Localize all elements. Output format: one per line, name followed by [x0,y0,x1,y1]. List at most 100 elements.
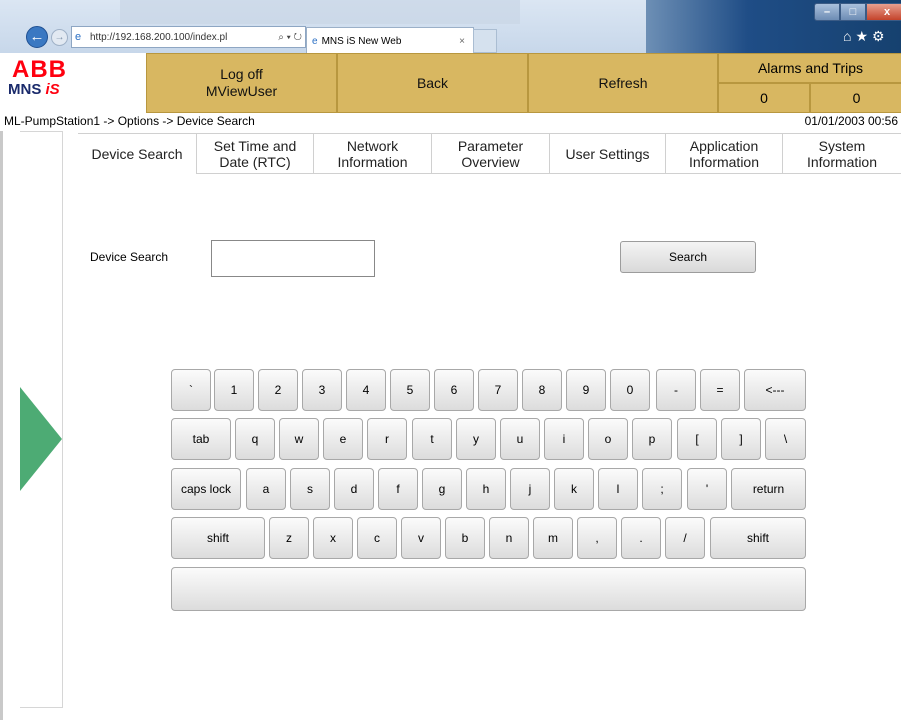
key-f[interactable]: f [378,468,418,510]
key-n[interactable]: n [489,517,529,559]
toolbar-icons: ⌂★⚙ [843,28,889,45]
address-bar[interactable]: e http://192.168.200.100/index.pl ⌕ ▾ ↻ [71,26,306,48]
search-button[interactable]: Search [620,241,756,273]
tab-set-time-date[interactable]: Set Time and Date (RTC) [197,134,314,174]
key-equals[interactable]: = [700,369,740,411]
tab-label-line2: Overview [461,153,520,170]
tab-application-information[interactable]: Application Information [666,134,783,174]
key-w[interactable]: w [279,418,319,460]
key-m[interactable]: m [533,517,573,559]
alarms-and-trips-panel[interactable]: Alarms and Trips 0 0 [718,53,901,113]
key-l[interactable]: l [598,468,638,510]
key-h[interactable]: h [466,468,506,510]
tab-label: Set Time and [213,137,297,154]
expand-arrow-icon[interactable] [20,387,62,491]
key-r[interactable]: r [367,418,407,460]
key-3[interactable]: 3 [302,369,342,411]
search-refresh-icons[interactable]: ⌕ ▾ ↻ [278,32,302,43]
key-z[interactable]: z [269,517,309,559]
browser-tab[interactable]: e MNS iS New Web × [306,27,474,54]
key-slash[interactable]: / [665,517,705,559]
key-s[interactable]: s [290,468,330,510]
key-p[interactable]: p [632,418,672,460]
back-button[interactable]: Back [337,53,528,113]
maximize-icon[interactable]: □ [840,3,866,21]
tab-network-information[interactable]: Network Information [314,134,432,174]
key-1[interactable]: 1 [214,369,254,411]
logo-abb-text: ABB [12,56,67,83]
key-2[interactable]: 2 [258,369,298,411]
tab-label: Network [346,137,399,154]
key-quote[interactable]: ' [687,468,727,510]
datetime-display: 01/01/2003 00:56 [804,114,898,128]
key-e[interactable]: e [323,418,363,460]
tab-user-settings[interactable]: User Settings [550,134,666,174]
key-tab[interactable]: tab [171,418,231,460]
key-v[interactable]: v [401,517,441,559]
key-caps-lock[interactable]: caps lock [171,468,241,510]
new-tab-button[interactable] [473,29,497,53]
tab-parameter-overview[interactable]: Parameter Overview [432,134,550,174]
key-g[interactable]: g [422,468,462,510]
key-b[interactable]: b [445,517,485,559]
key-5[interactable]: 5 [390,369,430,411]
window-controls: – □ x [814,3,901,21]
key-backslash[interactable]: \ [765,418,806,460]
browser-forward-icon[interactable]: → [51,29,68,46]
tab-device-search[interactable]: Device Search [78,134,197,174]
key-0[interactable]: 0 [610,369,650,411]
refresh-button[interactable]: Refresh [528,53,718,113]
key-4[interactable]: 4 [346,369,386,411]
refresh-label: Refresh [598,74,648,91]
trips-count: 0 [810,83,901,113]
left-slide-panel[interactable] [20,131,63,708]
device-search-input[interactable] [211,240,375,277]
key-a[interactable]: a [246,468,286,510]
minimize-icon[interactable]: – [814,3,840,21]
key-return[interactable]: return [731,468,806,510]
key-d[interactable]: d [334,468,374,510]
tab-label: System [818,137,866,154]
key-left-bracket[interactable]: [ [677,418,717,460]
key-period[interactable]: . [621,517,661,559]
key-shift[interactable]: shift [171,517,265,559]
key-backtick[interactable]: ` [171,369,211,411]
key-k[interactable]: k [554,468,594,510]
key-q[interactable]: q [235,418,275,460]
key-shift[interactable]: shift [710,517,806,559]
tab-label: User Settings [565,145,650,162]
key-c[interactable]: c [357,517,397,559]
close-tab-icon[interactable]: × [459,36,465,47]
tab-label-line2: Information [806,153,878,170]
key-o[interactable]: o [588,418,628,460]
key-minus[interactable]: - [656,369,696,411]
alarms-title: Alarms and Trips [718,53,901,83]
key-u[interactable]: u [500,418,540,460]
browser-tab-title: MNS iS New Web [321,35,402,47]
key-backspace[interactable]: <--- [744,369,806,411]
logoff-button[interactable]: Log off MViewUser [146,53,337,113]
gear-icon[interactable]: ⚙ [872,28,889,44]
key-i[interactable]: i [544,418,584,460]
tab-label-line2: Information [337,153,408,170]
key-6[interactable]: 6 [434,369,474,411]
key-7[interactable]: 7 [478,369,518,411]
key-comma[interactable]: , [577,517,617,559]
close-window-icon[interactable]: x [866,3,901,21]
key-right-bracket[interactable]: ] [721,418,761,460]
key-x[interactable]: x [313,517,353,559]
key-y[interactable]: y [456,418,496,460]
key-j[interactable]: j [510,468,550,510]
home-icon[interactable]: ⌂ [843,28,855,44]
tab-label: Parameter [457,137,524,154]
key-space[interactable] [171,567,806,611]
favorites-star-icon[interactable]: ★ [855,28,872,44]
key-8[interactable]: 8 [522,369,562,411]
key-9[interactable]: 9 [566,369,606,411]
chrome-background-strip [120,0,520,24]
key-t[interactable]: t [412,418,452,460]
tab-system-information[interactable]: System Information [783,134,901,174]
key-semicolon[interactable]: ; [642,468,682,510]
address-url[interactable]: http://192.168.200.100/index.pl [90,32,278,43]
browser-back-icon[interactable]: ← [26,26,48,48]
